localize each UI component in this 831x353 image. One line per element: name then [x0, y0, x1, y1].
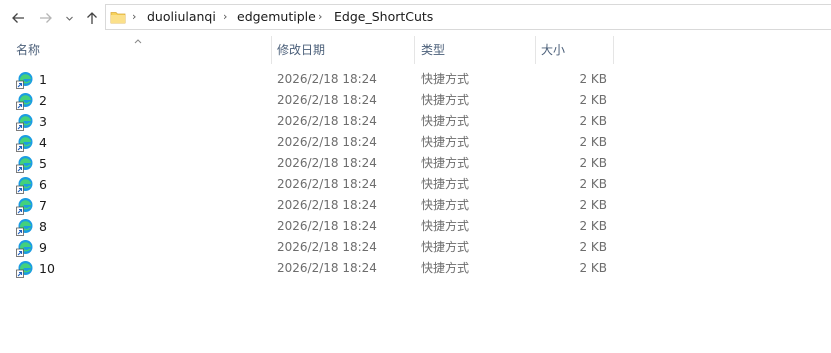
file-name: 8 [39, 219, 47, 234]
file-name-cell[interactable]: 10 [16, 258, 55, 279]
file-size: 2 KB [579, 219, 607, 233]
file-row[interactable]: 2 2026/2/18 18:24 快捷方式 2 KB [0, 90, 831, 111]
edge-shortcut-icon [16, 155, 33, 173]
navigation-bar: › duoliulanqi › edgemutiple › Edge_Short… [0, 0, 831, 36]
up-arrow-icon[interactable] [83, 9, 101, 27]
file-name: 2 [39, 93, 47, 108]
file-name: 6 [39, 177, 47, 192]
file-date: 2026/2/18 18:24 [277, 198, 377, 212]
file-row[interactable]: 7 2026/2/18 18:24 快捷方式 2 KB [0, 195, 831, 216]
file-name: 5 [39, 156, 47, 171]
edge-shortcut-icon [16, 218, 33, 236]
file-size: 2 KB [579, 93, 607, 107]
file-size: 2 KB [579, 156, 607, 170]
address-bar[interactable]: › duoliulanqi › edgemutiple › Edge_Short… [105, 4, 831, 30]
file-date: 2026/2/18 18:24 [277, 72, 377, 86]
file-name: 7 [39, 198, 47, 213]
breadcrumb-duoliulanqi[interactable]: duoliulanqi [147, 5, 216, 29]
file-date: 2026/2/18 18:24 [277, 240, 377, 254]
edge-shortcut-icon [16, 71, 33, 89]
file-name-cell[interactable]: 5 [16, 153, 47, 174]
file-size: 2 KB [579, 72, 607, 86]
file-type: 快捷方式 [421, 240, 470, 254]
file-row[interactable]: 3 2026/2/18 18:24 快捷方式 2 KB [0, 111, 831, 132]
file-name-cell[interactable]: 2 [16, 90, 47, 111]
file-name-cell[interactable]: 3 [16, 111, 47, 132]
file-row[interactable]: 5 2026/2/18 18:24 快捷方式 2 KB [0, 153, 831, 174]
column-header-size[interactable]: 大小 [541, 36, 565, 64]
file-size: 2 KB [579, 198, 607, 212]
chevron-down-icon[interactable] [62, 9, 76, 27]
back-arrow-icon[interactable] [9, 9, 27, 27]
file-size: 2 KB [579, 114, 607, 128]
file-name: 1 [39, 72, 47, 87]
file-type: 快捷方式 [421, 198, 470, 212]
edge-shortcut-icon [16, 134, 33, 152]
file-size: 2 KB [579, 261, 607, 275]
file-list: 1 2026/2/18 18:24 快捷方式 2 KB 2 2026/2/18 … [0, 69, 831, 279]
folder-icon [110, 9, 126, 28]
column-divider[interactable] [414, 36, 415, 64]
file-date: 2026/2/18 18:24 [277, 93, 377, 107]
file-date: 2026/2/18 18:24 [277, 261, 377, 275]
column-divider[interactable] [613, 36, 614, 64]
sort-ascending-icon [133, 34, 143, 48]
file-row[interactable]: 9 2026/2/18 18:24 快捷方式 2 KB [0, 237, 831, 258]
file-row[interactable]: 4 2026/2/18 18:24 快捷方式 2 KB [0, 132, 831, 153]
file-size: 2 KB [579, 135, 607, 149]
file-name-cell[interactable]: 7 [16, 195, 47, 216]
file-size: 2 KB [579, 240, 607, 254]
column-header-date[interactable]: 修改日期 [277, 36, 325, 64]
edge-shortcut-icon [16, 239, 33, 257]
column-header-type[interactable]: 类型 [421, 36, 445, 64]
breadcrumb-separator: › [132, 10, 137, 23]
breadcrumb-edge-shortcuts[interactable]: Edge_ShortCuts [334, 5, 433, 29]
forward-arrow-icon[interactable] [37, 9, 55, 27]
file-name-cell[interactable]: 9 [16, 237, 47, 258]
column-divider[interactable] [271, 36, 272, 64]
file-row[interactable]: 10 2026/2/18 18:24 快捷方式 2 KB [0, 258, 831, 279]
file-name-cell[interactable]: 4 [16, 132, 47, 153]
column-header-row: 名称 修改日期 类型 大小 [0, 36, 831, 64]
edge-shortcut-icon [16, 176, 33, 194]
file-type: 快捷方式 [421, 156, 470, 170]
file-name: 3 [39, 114, 47, 129]
file-type: 快捷方式 [421, 114, 470, 128]
file-type: 快捷方式 [421, 261, 470, 275]
file-type: 快捷方式 [421, 219, 470, 233]
file-name: 10 [39, 261, 55, 276]
file-row[interactable]: 1 2026/2/18 18:24 快捷方式 2 KB [0, 69, 831, 90]
breadcrumb-separator: › [223, 10, 228, 23]
file-date: 2026/2/18 18:24 [277, 177, 377, 191]
file-name-cell[interactable]: 6 [16, 174, 47, 195]
file-type: 快捷方式 [421, 135, 470, 149]
file-date: 2026/2/18 18:24 [277, 114, 377, 128]
file-name: 4 [39, 135, 47, 150]
file-row[interactable]: 8 2026/2/18 18:24 快捷方式 2 KB [0, 216, 831, 237]
file-date: 2026/2/18 18:24 [277, 219, 377, 233]
edge-shortcut-icon [16, 92, 33, 110]
file-name-cell[interactable]: 8 [16, 216, 47, 237]
file-date: 2026/2/18 18:24 [277, 156, 377, 170]
breadcrumb-separator: › [318, 10, 323, 23]
edge-shortcut-icon [16, 260, 33, 278]
file-size: 2 KB [579, 177, 607, 191]
file-type: 快捷方式 [421, 177, 470, 191]
file-name: 9 [39, 240, 47, 255]
edge-shortcut-icon [16, 197, 33, 215]
file-type: 快捷方式 [421, 93, 470, 107]
column-divider[interactable] [535, 36, 536, 64]
file-date: 2026/2/18 18:24 [277, 135, 377, 149]
file-row[interactable]: 6 2026/2/18 18:24 快捷方式 2 KB [0, 174, 831, 195]
edge-shortcut-icon [16, 113, 33, 131]
breadcrumb-edgemutiple[interactable]: edgemutiple [237, 5, 316, 29]
file-name-cell[interactable]: 1 [16, 69, 47, 90]
file-type: 快捷方式 [421, 72, 470, 86]
column-header-name[interactable]: 名称 [16, 36, 40, 64]
